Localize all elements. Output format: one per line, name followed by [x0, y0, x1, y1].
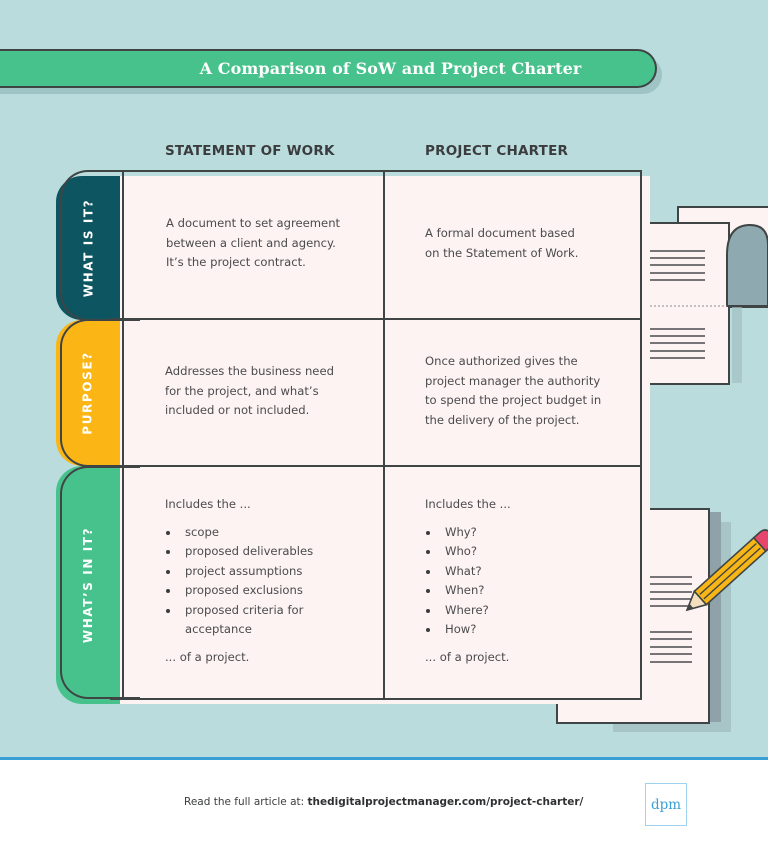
- cell-sow-whats-in-it: Includes the ... scope proposed delivera…: [165, 495, 335, 667]
- column-header-charter: PROJECT CHARTER: [425, 143, 569, 159]
- intro-text: Includes the ...: [425, 497, 511, 511]
- article-link[interactable]: thedigitalprojectmanager.com/project-cha…: [308, 796, 584, 808]
- grid-line-row2: [110, 465, 642, 467]
- list-item: scope: [165, 523, 335, 543]
- list-item: Why?: [425, 523, 595, 543]
- grid-line-middle: [383, 170, 385, 700]
- row-label-purpose: PURPOSE?: [81, 351, 96, 435]
- footer-prefix: Read the full article at:: [184, 796, 308, 808]
- grid-line-row1: [110, 318, 642, 320]
- bullet-list: Why? Who? What? When? Where? How?: [425, 523, 595, 640]
- list-item: proposed criteria for acceptance: [165, 601, 335, 640]
- cell-charter-whats-in-it: Includes the ... Why? Who? What? When? W…: [425, 495, 595, 667]
- divider-rule: [0, 757, 768, 760]
- list-item: proposed exclusions: [165, 581, 335, 601]
- title-banner: A Comparison of SoW and Project Charter: [0, 49, 657, 88]
- list-item: When?: [425, 581, 595, 601]
- cell-sow-purpose: Addresses the business need for the proj…: [165, 364, 334, 417]
- intro-text: Includes the ...: [165, 497, 251, 511]
- bullet-list: scope proposed deliverables project assu…: [165, 523, 335, 640]
- page-title: A Comparison of SoW and Project Charter: [199, 59, 582, 78]
- row-label-whats-in-it: WHAT’S IN IT?: [81, 526, 96, 644]
- grid-line-bottom: [110, 698, 642, 700]
- cell-charter-purpose: Once authorized gives the project manage…: [425, 354, 602, 427]
- grid-line-top: [110, 170, 642, 172]
- list-item: What?: [425, 562, 595, 582]
- grid-line-left: [122, 170, 124, 700]
- list-item: Where?: [425, 601, 595, 621]
- list-item: Who?: [425, 542, 595, 562]
- column-header-sow: STATEMENT OF WORK: [165, 143, 335, 159]
- dpm-logo[interactable]: dpm: [645, 783, 687, 826]
- outro-text: ... of a project.: [165, 649, 250, 664]
- list-item: project assumptions: [165, 562, 335, 582]
- footer-credit: Read the full article at: thedigitalproj…: [184, 796, 583, 808]
- list-item: proposed deliverables: [165, 542, 335, 562]
- row-label-what-is-it: WHAT IS IT?: [81, 198, 95, 298]
- cell-sow-what-is-it: A document to set agreement between a cl…: [166, 216, 341, 269]
- cell-charter-what-is-it: A formal document based on the Statement…: [425, 226, 579, 260]
- list-item: How?: [425, 620, 595, 640]
- outro-text: ... of a project.: [425, 649, 510, 664]
- grid-line-right: [640, 170, 642, 700]
